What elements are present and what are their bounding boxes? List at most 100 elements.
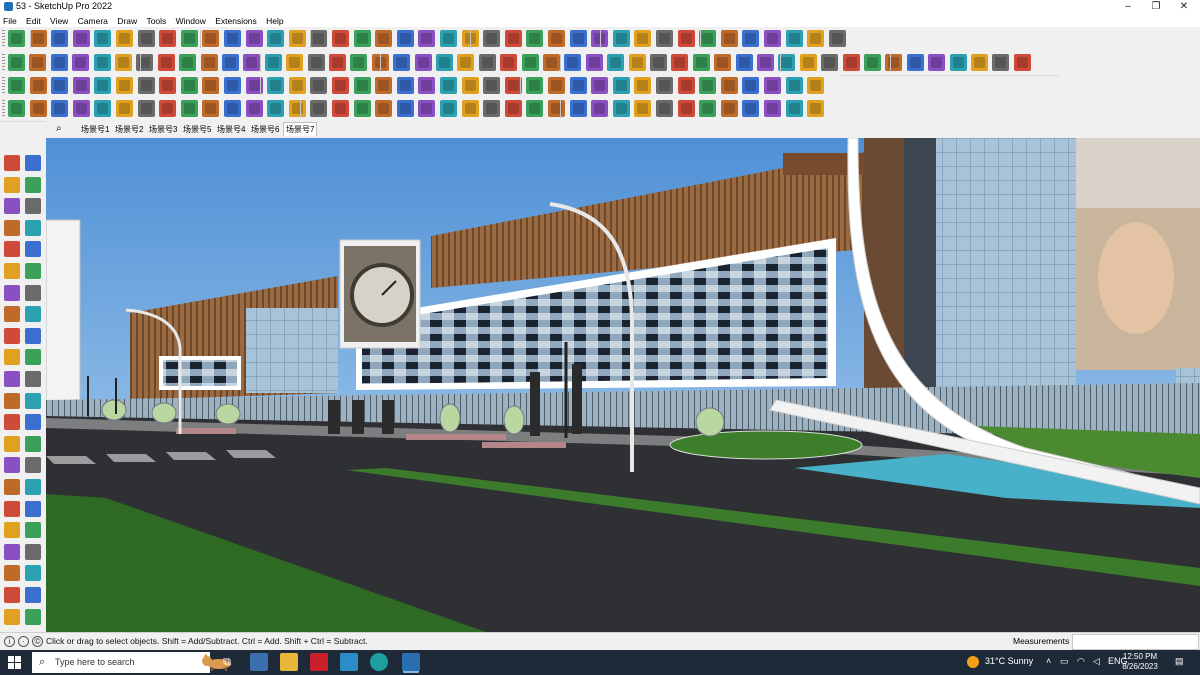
weather-sun-icon[interactable] (967, 656, 979, 668)
scene-tab-7[interactable]: 场景号7 (283, 122, 318, 136)
toolbar-tool-icon[interactable] (807, 77, 825, 94)
toolbar-tool-icon[interactable] (742, 77, 760, 94)
menu-file[interactable]: File (0, 14, 20, 28)
menu-camera[interactable]: Camera (75, 14, 111, 28)
toolbar-tool-icon[interactable] (928, 54, 946, 71)
toolbar-grip[interactable] (2, 77, 5, 95)
toolbar-tool-icon[interactable] (785, 30, 803, 47)
toolbar-tool-icon[interactable] (179, 54, 197, 71)
toolbar-tool-icon[interactable] (51, 77, 69, 94)
scene-tab-3[interactable]: 场景号3 (147, 123, 179, 136)
toolbar-tool-icon[interactable] (720, 77, 738, 94)
toolbar-tool-icon[interactable] (245, 30, 263, 47)
toolbar-tool-icon[interactable] (500, 54, 518, 71)
palette-tool-icon[interactable] (25, 414, 41, 431)
palette-tool-icon[interactable] (4, 284, 20, 301)
toolbar-tool-icon[interactable] (288, 77, 306, 94)
toolbar-tool-icon[interactable] (350, 54, 368, 71)
toolbar-tool-icon[interactable] (483, 77, 501, 94)
toolbar-tool-icon[interactable] (591, 77, 609, 94)
toolbar-tool-icon[interactable] (992, 54, 1010, 71)
toolbar-tool-icon[interactable] (436, 54, 453, 71)
toolbar-tool-icon[interactable] (72, 77, 90, 94)
toolbar-tool-icon[interactable] (180, 100, 198, 117)
scene-tab-5[interactable]: 场景号5 (181, 123, 213, 136)
credits-icon[interactable]: © (32, 636, 43, 647)
toolbar-tool-icon[interactable] (310, 77, 328, 94)
toolbar-tool-icon[interactable] (569, 77, 587, 94)
toolbar-tool-icon[interactable] (828, 30, 846, 47)
toolbar-tool-icon[interactable] (332, 30, 349, 47)
network-icon[interactable]: ▭ (1060, 656, 1069, 667)
calculator-app-icon[interactable] (250, 653, 268, 671)
toolbar-tool-icon[interactable] (735, 54, 753, 71)
toolbar-tool-icon[interactable] (396, 30, 414, 47)
toolbar-tool-icon[interactable] (526, 77, 544, 94)
toolbar-tool-icon[interactable] (671, 54, 689, 71)
toolbar-tool-icon[interactable] (224, 100, 241, 117)
toolbar-tool-icon[interactable] (634, 77, 652, 94)
toolbar-tool-icon[interactable] (267, 30, 285, 47)
acrobat-app-icon[interactable] (310, 653, 328, 671)
toolbar-tool-icon[interactable] (418, 77, 436, 94)
toolbar-tool-icon[interactable] (677, 100, 695, 117)
toolbar-tool-icon[interactable] (267, 77, 285, 94)
palette-tool-icon[interactable] (25, 219, 41, 236)
toolbar-grip[interactable] (2, 30, 5, 48)
toolbar-tool-icon[interactable] (267, 100, 285, 117)
toolbar-tool-icon[interactable] (157, 54, 175, 71)
toolbar-tool-icon[interactable] (521, 54, 539, 71)
palette-tool-icon[interactable] (25, 522, 41, 539)
palette-tool-icon[interactable] (4, 306, 20, 323)
toolbar-tool-icon[interactable] (353, 77, 371, 94)
menu-help[interactable]: Help (263, 14, 286, 28)
toolbar-tool-icon[interactable] (440, 100, 457, 117)
toolbar-tool-icon[interactable] (526, 30, 544, 47)
toolbar-tool-icon[interactable] (116, 100, 133, 117)
toolbar-tool-icon[interactable] (202, 30, 220, 47)
taskbar-clock[interactable]: 12:50 PM 8/26/2023 (1120, 652, 1160, 672)
toolbar-tool-icon[interactable] (440, 30, 457, 47)
toolbar-tool-icon[interactable] (764, 100, 781, 117)
toolbar-tool-icon[interactable] (1013, 54, 1031, 71)
toolbar-tool-icon[interactable] (94, 77, 112, 94)
toolbar-tool-icon[interactable] (864, 54, 881, 71)
scene-tab-6[interactable]: 场景号6 (249, 123, 281, 136)
toolbar-tool-icon[interactable] (807, 30, 825, 47)
toolbar-tool-icon[interactable] (329, 54, 346, 71)
palette-tool-icon[interactable] (25, 198, 41, 215)
toolbar-tool-icon[interactable] (332, 100, 349, 117)
toolbar-tool-icon[interactable] (692, 54, 710, 71)
toolbar-tool-icon[interactable] (353, 100, 371, 117)
edge-browser-icon[interactable] (370, 653, 388, 671)
menu-extensions[interactable]: Extensions (212, 14, 260, 28)
toolbar-tool-icon[interactable] (159, 30, 177, 47)
toolbar-tool-icon[interactable] (51, 30, 69, 47)
toolbar-tool-icon[interactable] (650, 54, 667, 71)
toolbar-tool-icon[interactable] (286, 54, 304, 71)
toolbar-tool-icon[interactable] (634, 30, 652, 47)
menu-draw[interactable]: Draw (114, 14, 140, 28)
menu-window[interactable]: Window (173, 14, 209, 28)
toolbar-tool-icon[interactable] (264, 54, 282, 71)
toolbar-tool-icon[interactable] (224, 30, 241, 47)
toolbar-tool-icon[interactable] (785, 100, 803, 117)
file-explorer-icon[interactable] (280, 653, 298, 671)
toolbar-tool-icon[interactable] (159, 77, 177, 94)
toolbar-tool-icon[interactable] (375, 100, 393, 117)
toolbar-tool-icon[interactable] (628, 54, 646, 71)
palette-tool-icon[interactable] (25, 565, 41, 582)
toolbar-tool-icon[interactable] (548, 30, 565, 47)
palette-tool-icon[interactable] (4, 327, 20, 344)
toolbar-tool-icon[interactable] (677, 77, 695, 94)
toolbar-tool-icon[interactable] (504, 30, 522, 47)
palette-tool-icon[interactable] (25, 306, 41, 323)
toolbar-tool-icon[interactable] (885, 54, 903, 71)
palette-tool-icon[interactable] (25, 263, 41, 279)
toolbar-tool-icon[interactable] (714, 54, 732, 71)
toolbar-tool-icon[interactable] (396, 100, 414, 117)
toolbar-tool-icon[interactable] (375, 77, 393, 94)
store-app-icon[interactable] (340, 653, 358, 671)
toolbar-tool-icon[interactable] (393, 54, 411, 71)
palette-tool-icon[interactable] (4, 198, 20, 215)
